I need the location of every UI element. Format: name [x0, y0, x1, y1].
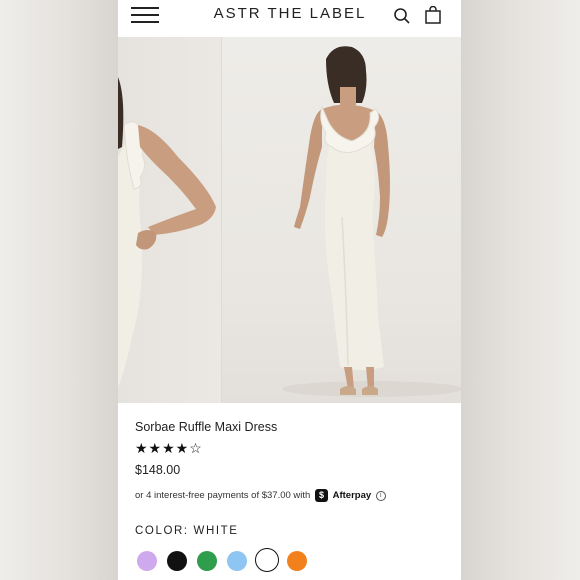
swatch-green[interactable] — [197, 551, 217, 571]
color-label: COLOR: — [135, 525, 189, 537]
rating-stars[interactable]: ★★★★☆ — [135, 440, 203, 457]
afterpay-logo-icon: $ — [314, 489, 328, 502]
model-back-view-image — [282, 46, 461, 397]
product-image-gallery[interactable] — [118, 37, 461, 403]
site-header: ASTR THE LABEL — [118, 0, 461, 37]
afterpay-message: or 4 interest-free payments of $37.00 wi… — [135, 489, 386, 502]
model-side-view-image — [118, 77, 216, 387]
color-value: WHITE — [193, 525, 239, 537]
swatch-black[interactable] — [167, 551, 187, 571]
afterpay-brand: Afterpay — [332, 490, 372, 502]
brand-logo[interactable]: ASTR THE LABEL — [211, 5, 369, 22]
product-photo-main[interactable] — [221, 37, 461, 403]
info-icon[interactable]: i — [375, 490, 386, 501]
background-right — [461, 0, 580, 580]
search-icon[interactable] — [393, 7, 411, 25]
swatch-lavender[interactable] — [137, 551, 157, 571]
swatch-light-blue[interactable] — [227, 551, 247, 571]
hamburger-menu-icon[interactable] — [131, 6, 161, 24]
swatch-orange[interactable] — [287, 551, 307, 571]
swatch-white-selected[interactable] — [255, 548, 279, 572]
color-selection-label: COLOR: WHITE — [135, 525, 239, 537]
afterpay-text: or 4 interest-free payments of $37.00 wi… — [135, 490, 311, 502]
shopping-bag-icon[interactable] — [424, 6, 442, 24]
product-photo-previous[interactable] — [118, 37, 221, 403]
background-left — [0, 0, 118, 580]
product-info: Sorbae Ruffle Maxi Dress ★★★★☆ $148.00 o… — [118, 403, 461, 580]
product-price: $148.00 — [135, 463, 181, 477]
product-title: Sorbae Ruffle Maxi Dress — [135, 420, 278, 434]
mobile-page: ASTR THE LABEL Sorbae Ruffle Maxi Dress … — [118, 0, 461, 580]
